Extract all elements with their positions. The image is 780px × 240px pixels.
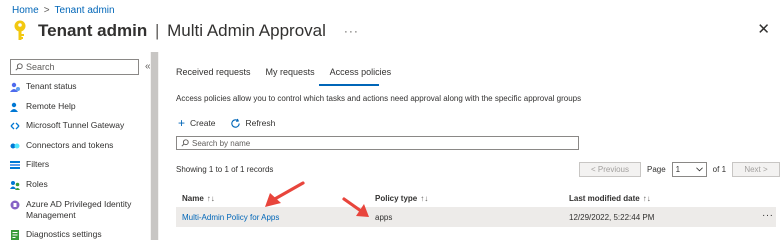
breadcrumb-separator: > xyxy=(43,5,50,16)
sort-icon: ↑↓ xyxy=(420,194,429,203)
refresh-label: Refresh xyxy=(245,118,276,128)
sidebar-item-roles[interactable]: Roles xyxy=(10,179,150,199)
chevron-down-icon xyxy=(695,167,703,172)
pagination: < Previous Page 1 of 1 Next > xyxy=(579,162,780,177)
search-by-name-input[interactable]: Search by name xyxy=(176,136,579,150)
pim-icon xyxy=(10,200,20,210)
sort-icon: ↑↓ xyxy=(206,194,215,203)
sort-icon: ↑↓ xyxy=(642,194,651,203)
sidebar-item-label: Diagnostics settings xyxy=(26,228,102,239)
sidebar-scrollbar-thumb[interactable] xyxy=(151,52,158,240)
column-header-name[interactable]: Name ↑↓ xyxy=(182,194,215,203)
create-label: Create xyxy=(190,118,216,128)
previous-page-button[interactable]: < Previous xyxy=(579,162,641,177)
policy-name-link[interactable]: Multi-Admin Policy for Apps xyxy=(182,213,279,222)
tab-bar: Received requests My requests Access pol… xyxy=(176,67,391,82)
sidebar-item-label: Connectors and tokens xyxy=(26,139,114,150)
page-title-main: Tenant admin xyxy=(38,21,148,40)
search-placeholder: Search by name xyxy=(192,138,251,148)
records-count: Showing 1 to 1 of 1 records xyxy=(176,165,274,174)
remote-help-icon xyxy=(10,102,18,112)
sidebar-item-remote-help[interactable]: Remote Help xyxy=(10,101,150,121)
tunnel-gateway-icon xyxy=(10,122,20,130)
last-modified-cell: 12/29/2022, 5:22:44 PM xyxy=(569,213,655,222)
sidebar-item-label: Microsoft Tunnel Gateway xyxy=(26,120,125,131)
sidebar-item-diagnostics[interactable]: Diagnostics settings xyxy=(10,229,150,240)
policy-type-cell: apps xyxy=(375,213,393,222)
page-select[interactable]: 1 xyxy=(671,162,707,177)
breadcrumb-tenant-admin-link[interactable]: Tenant admin xyxy=(55,5,115,16)
search-icon xyxy=(15,63,23,71)
page-title-section: Multi Admin Approval xyxy=(167,21,326,40)
tenant-status-icon xyxy=(10,82,20,92)
connectors-icon xyxy=(10,143,20,149)
sidebar-item-label: Azure AD Privileged Identity Management xyxy=(26,198,132,220)
sidebar-item-label: Roles xyxy=(26,178,48,189)
create-button[interactable]: + Create xyxy=(178,116,216,130)
column-header-last-modified[interactable]: Last modified date ↑↓ xyxy=(569,194,651,203)
sidebar-scrollbar[interactable] xyxy=(150,52,159,240)
page-title-separator: | xyxy=(154,21,160,40)
page-select-value: 1 xyxy=(675,165,681,174)
diagnostics-icon xyxy=(11,229,19,240)
sidebar-nav: Tenant status Remote Help Microsoft Tunn… xyxy=(10,81,150,240)
sidebar-item-tenant-status[interactable]: Tenant status xyxy=(10,81,150,101)
roles-icon xyxy=(10,180,20,190)
sidebar-item-label: Filters xyxy=(26,159,50,170)
more-options-button[interactable]: ··· xyxy=(344,24,359,38)
sidebar-item-connectors[interactable]: Connectors and tokens xyxy=(10,140,150,160)
filters-icon xyxy=(10,161,20,170)
sidebar-item-tunnel-gateway[interactable]: Microsoft Tunnel Gateway xyxy=(10,120,150,140)
tab-my-requests[interactable]: My requests xyxy=(266,67,315,82)
page-header: Tenant admin | Multi Admin Approval ··· xyxy=(10,18,359,44)
column-header-last-modified-label: Last modified date xyxy=(569,194,640,203)
column-header-name-label: Name xyxy=(182,194,204,203)
page-label: Page xyxy=(646,165,666,174)
page-title: Tenant admin | Multi Admin Approval xyxy=(38,21,326,41)
breadcrumb: Home > Tenant admin xyxy=(12,5,115,16)
refresh-button[interactable]: Refresh xyxy=(230,118,276,129)
breadcrumb-home-link[interactable]: Home xyxy=(12,5,39,16)
active-tab-indicator xyxy=(319,84,379,86)
key-icon xyxy=(10,20,30,42)
column-header-policy-type[interactable]: Policy type ↑↓ xyxy=(375,194,428,203)
sidebar-search-input[interactable]: Search xyxy=(10,59,139,75)
tab-received-requests[interactable]: Received requests xyxy=(176,67,251,82)
sidebar-search-placeholder: Search xyxy=(26,62,55,72)
sidebar: Search « Tenant status Remote Help Micro… xyxy=(0,52,160,240)
search-icon xyxy=(181,139,189,147)
page-description: Access policies allow you to control whi… xyxy=(176,94,582,103)
sidebar-item-pim[interactable]: Azure AD Privileged Identity Management xyxy=(10,199,150,229)
next-page-button[interactable]: Next > xyxy=(732,162,780,177)
command-bar: + Create Refresh xyxy=(178,116,275,130)
sidebar-item-label: Remote Help xyxy=(26,100,76,111)
close-button[interactable]: ✕ xyxy=(757,20,770,38)
sidebar-item-label: Tenant status xyxy=(26,81,77,91)
sidebar-item-filters[interactable]: Filters xyxy=(10,159,150,179)
plus-icon: + xyxy=(178,116,186,130)
row-more-options-button[interactable]: ··· xyxy=(762,210,774,221)
page-of-label: of 1 xyxy=(712,165,727,174)
tab-access-policies[interactable]: Access policies xyxy=(330,67,392,82)
column-header-policy-type-label: Policy type xyxy=(375,194,418,203)
refresh-icon xyxy=(230,118,240,128)
